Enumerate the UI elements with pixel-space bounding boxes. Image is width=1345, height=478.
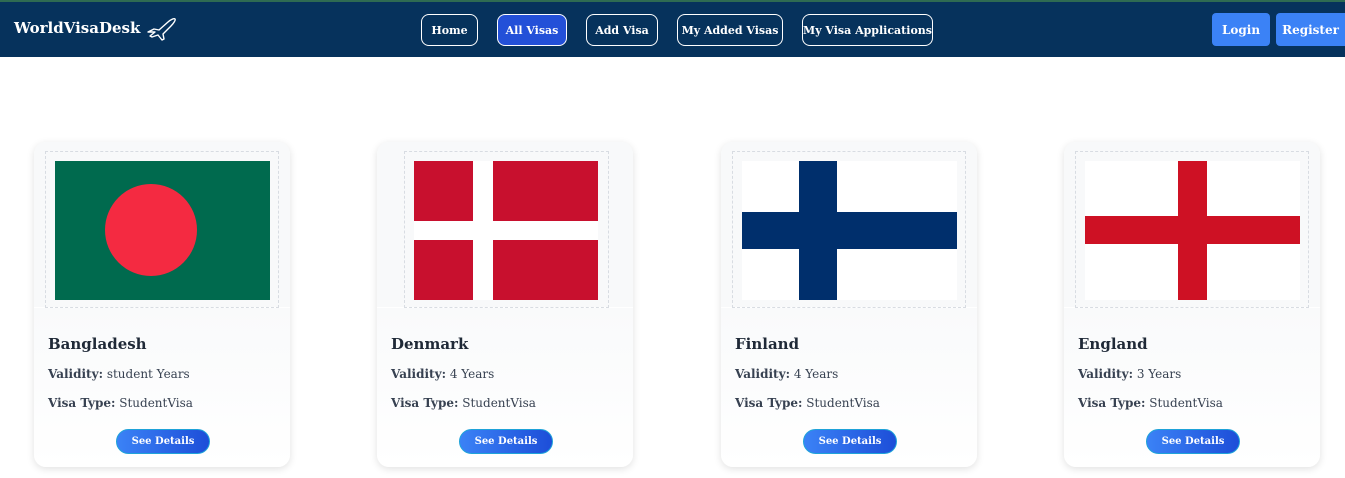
visa-type-line: Visa Type: StudentVisa [735,396,880,410]
visa-type-value: StudentVisa [806,396,880,410]
see-details-button[interactable]: See Details [116,429,210,454]
country-name: Denmark [391,335,469,353]
visa-type-value: StudentVisa [462,396,536,410]
nav-add-visa-button[interactable]: Add Visa [586,14,658,46]
see-details-button[interactable]: See Details [803,429,897,454]
visa-type-label: Visa Type: [391,396,459,410]
visa-type-label: Visa Type: [735,396,803,410]
validity-line: Validity: 4 Years [391,367,494,381]
country-name: England [1078,335,1148,353]
nav-all-visas-button[interactable]: All Visas [497,14,567,46]
visa-type-line: Visa Type: StudentVisa [1078,396,1223,410]
register-button[interactable]: Register [1276,13,1345,46]
visa-card: Finland Validity: 4 Years Visa Type: Stu… [721,142,977,467]
validity-line: Validity: 3 Years [1078,367,1181,381]
visa-type-label: Visa Type: [1078,396,1146,410]
denmark-flag [414,161,598,300]
navbar: WorldVisaDesk Home All Visas Add Visa My… [0,0,1345,57]
login-button[interactable]: Login [1212,13,1270,46]
visa-type-line: Visa Type: StudentVisa [48,396,193,410]
airplane-icon [147,18,177,41]
nav-my-visa-applications-button[interactable]: My Visa Applications [802,14,933,46]
validity-value: 4 Years [793,367,839,381]
see-details-button[interactable]: See Details [1146,429,1240,454]
nav-my-added-visas-button[interactable]: My Added Visas [677,14,783,46]
validity-line: Validity: student Years [48,367,190,381]
visa-type-line: Visa Type: StudentVisa [391,396,536,410]
validity-value: student Years [106,367,190,381]
see-details-button[interactable]: See Details [459,429,553,454]
visa-card: Denmark Validity: 4 Years Visa Type: Stu… [377,142,633,467]
visa-type-value: StudentVisa [119,396,193,410]
visa-type-value: StudentVisa [1149,396,1223,410]
visa-card: Bangladesh Validity: student Years Visa … [34,142,290,467]
validity-value: 4 Years [449,367,495,381]
validity-label: Validity: [1078,367,1133,381]
visa-card: England Validity: 3 Years Visa Type: Stu… [1064,142,1320,467]
country-name: Finland [735,335,800,353]
visa-type-label: Visa Type: [48,396,116,410]
england-flag [1085,161,1300,300]
brand-name: WorldVisaDesk [14,19,141,37]
validity-value: 3 Years [1136,367,1182,381]
finland-flag [742,161,957,300]
validity-label: Validity: [735,367,790,381]
bangladesh-flag [55,161,270,300]
validity-label: Validity: [48,367,103,381]
country-name: Bangladesh [48,335,147,353]
nav-home-button[interactable]: Home [421,14,478,46]
brand[interactable]: WorldVisaDesk [14,15,178,41]
validity-line: Validity: 4 Years [735,367,838,381]
validity-label: Validity: [391,367,446,381]
